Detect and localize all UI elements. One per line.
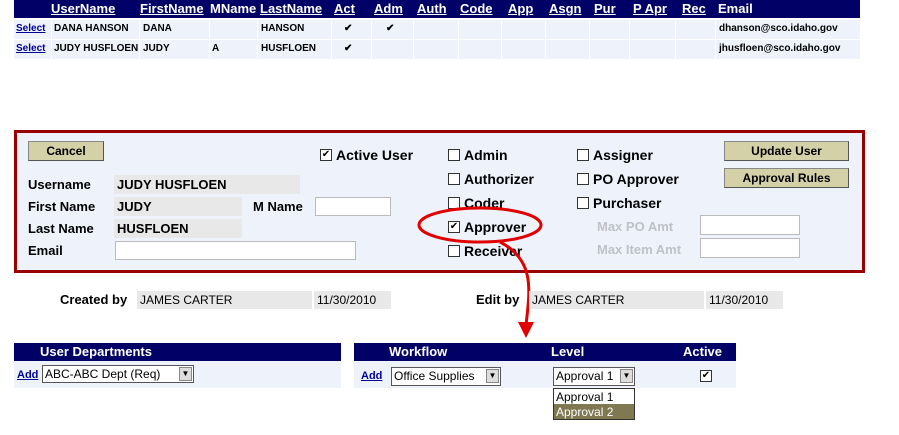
active-col-label: Active xyxy=(683,344,723,359)
workflow-header: Workflow Level Active xyxy=(354,343,736,361)
workflow-select[interactable]: Office Supplies ▼ xyxy=(391,367,501,386)
user-departments-header: User Departments xyxy=(14,343,341,361)
workflow-active-checkbox[interactable]: ✔ xyxy=(700,370,712,382)
workflow-selected: Office Supplies xyxy=(394,369,475,383)
chevron-down-icon: ▼ xyxy=(620,369,633,383)
level-selected: Approval 1 xyxy=(556,369,614,383)
edit-by-value: JAMES CARTER xyxy=(529,291,704,309)
created-date: 11/30/2010 xyxy=(314,291,391,309)
annotation-arrow xyxy=(499,240,531,326)
chevron-down-icon: ▼ xyxy=(486,369,499,383)
level-option-highlighted[interactable]: Approval 2 xyxy=(554,404,634,419)
created-by-label: Created by xyxy=(60,292,128,307)
add-workflow-link[interactable]: Add xyxy=(361,370,382,382)
arrow-head-icon xyxy=(518,322,534,338)
workflow-box: Workflow Level Active Add Office Supplie… xyxy=(354,343,736,388)
level-col-label: Level xyxy=(551,344,585,359)
level-select[interactable]: Approval 1 ▼ xyxy=(553,367,635,386)
add-department-link[interactable]: Add xyxy=(17,369,38,381)
department-select[interactable]: ABC-ABC Dept (Req) ▼ xyxy=(42,365,194,383)
annotation-circle xyxy=(417,206,543,244)
user-departments-box: User Departments Add ABC-ABC Dept (Req) … xyxy=(14,343,341,388)
workflow-col-label: Workflow xyxy=(389,344,448,359)
created-by-value: JAMES CARTER xyxy=(137,291,312,309)
edit-by-label: Edit by xyxy=(476,292,520,307)
edit-date: 11/30/2010 xyxy=(706,291,783,309)
department-selected: ABC-ABC Dept (Req) xyxy=(45,367,161,381)
level-option[interactable]: Approval 1 xyxy=(554,389,634,404)
level-dropdown-list: Approval 1 Approval 2 xyxy=(553,388,635,420)
chevron-down-icon: ▼ xyxy=(179,367,192,381)
